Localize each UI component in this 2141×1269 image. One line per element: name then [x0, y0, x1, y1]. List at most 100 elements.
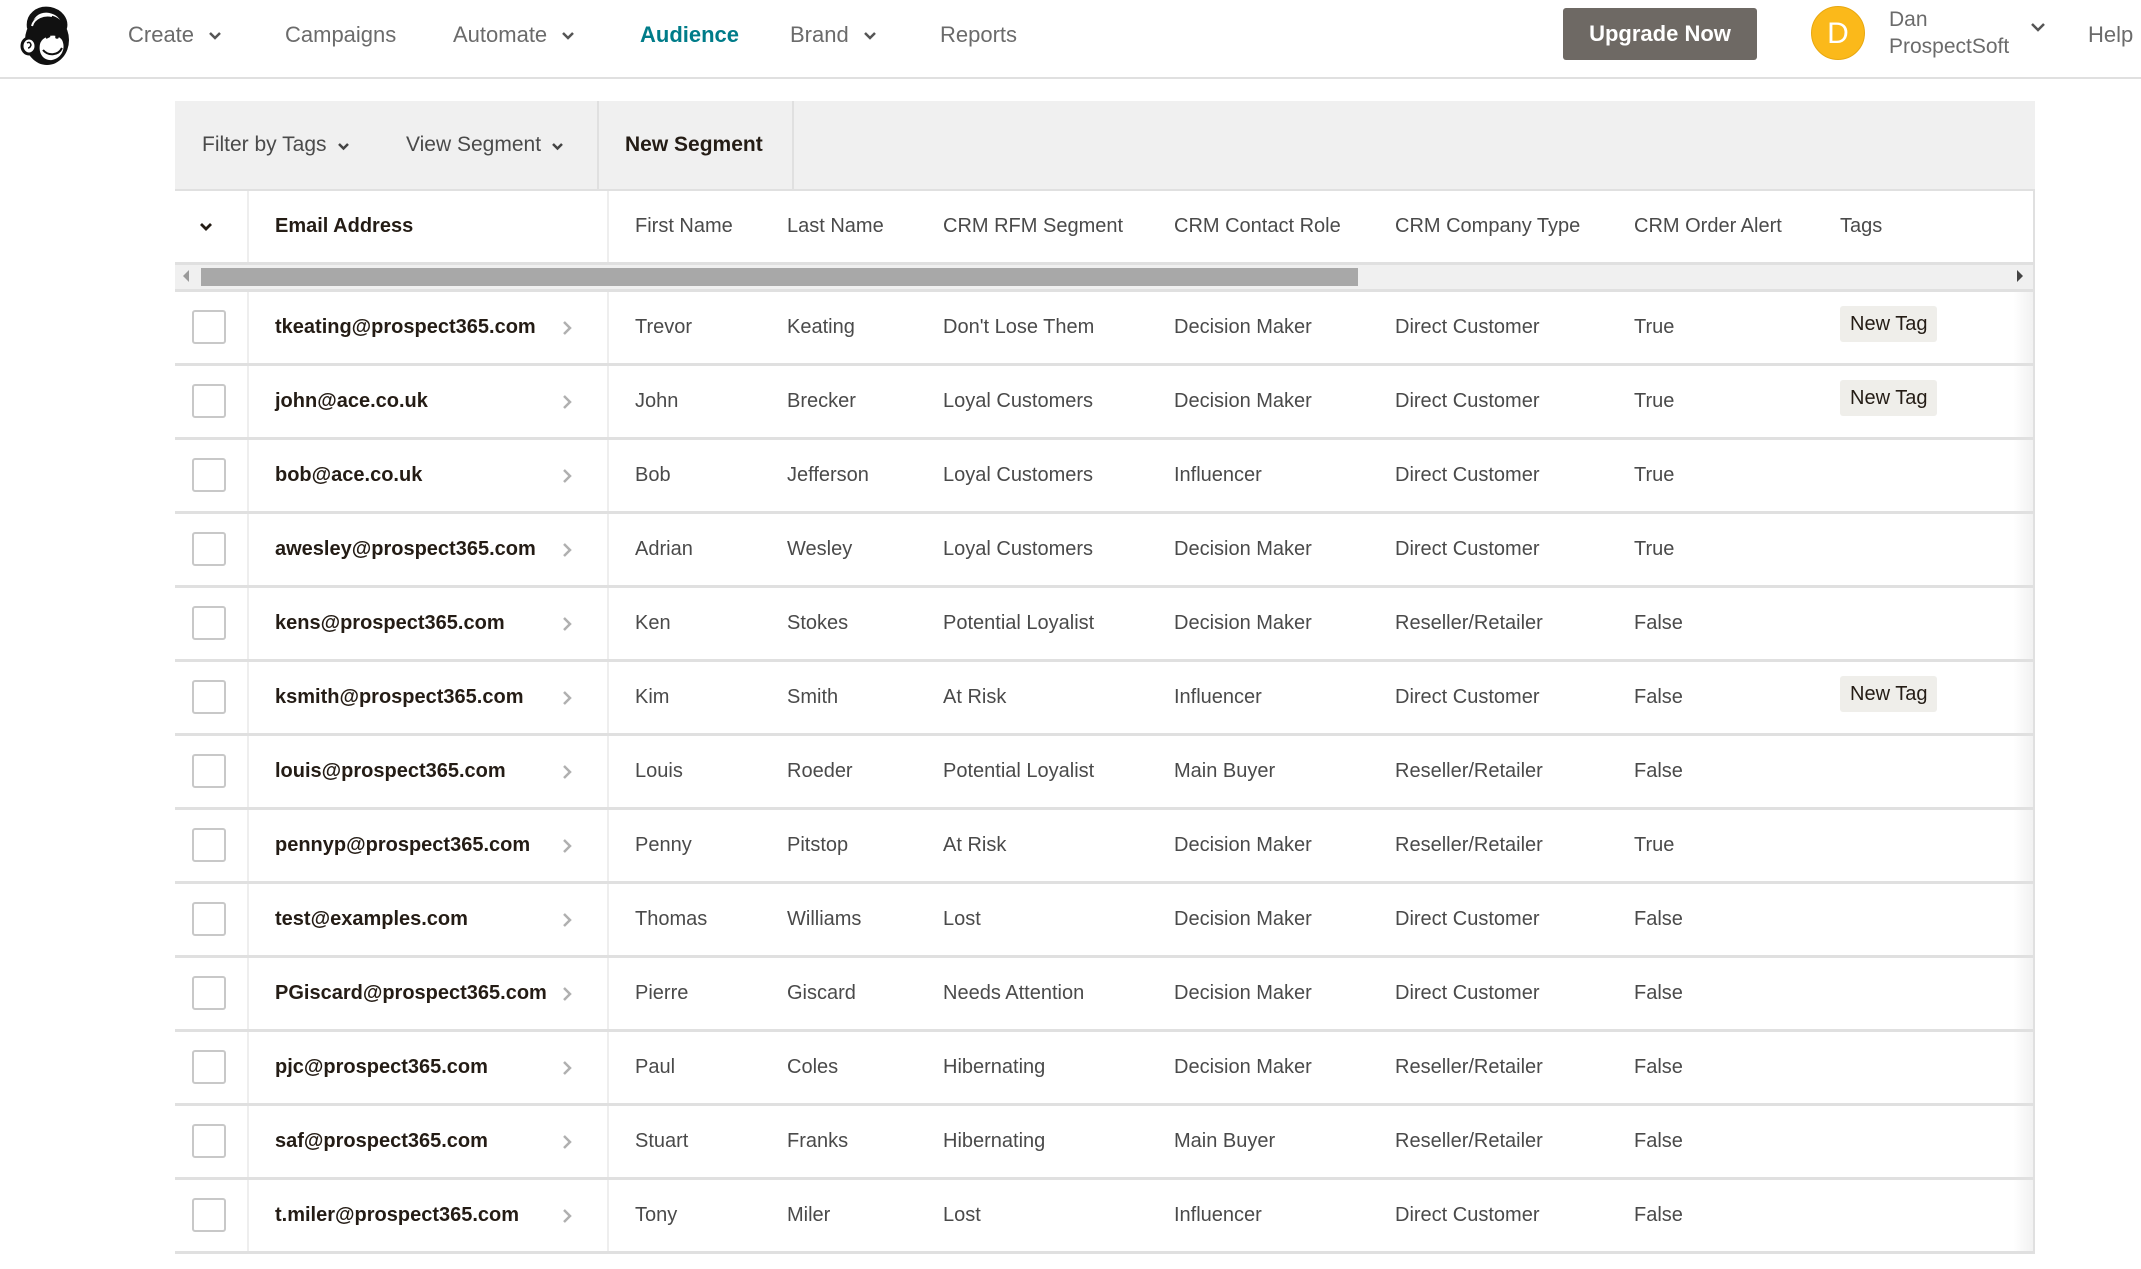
row-checkbox[interactable]: [192, 606, 226, 640]
row-checkbox[interactable]: [192, 384, 226, 418]
row-checkbox[interactable]: [192, 976, 226, 1010]
chevron-right-icon[interactable]: [562, 616, 572, 637]
view-segment-dropdown[interactable]: View Segment: [406, 101, 564, 189]
horizontal-scrollbar[interactable]: [175, 265, 2035, 292]
column-header-email[interactable]: Email Address: [275, 191, 413, 262]
chevron-right-icon[interactable]: [562, 394, 572, 415]
user-avatar[interactable]: D: [1811, 6, 1865, 60]
row-checkbox[interactable]: [192, 532, 226, 566]
upgrade-now-button[interactable]: Upgrade Now: [1563, 8, 1757, 60]
column-header-rfm-segment[interactable]: CRM RFM Segment: [943, 191, 1123, 262]
cell-email[interactable]: louis@prospect365.com: [275, 736, 506, 807]
table-row[interactable]: t.miler@prospect365.com Tony Miler Lost …: [175, 1180, 2035, 1254]
row-checkbox[interactable]: [192, 828, 226, 862]
scroll-shadow: [2013, 366, 2035, 437]
cell-email[interactable]: john@ace.co.uk: [275, 366, 428, 437]
nav-create-label: Create: [128, 22, 195, 47]
user-first-name: Dan: [1889, 8, 1928, 31]
filter-by-tags-label: Filter by Tags: [202, 133, 327, 156]
table-right-border: [2033, 292, 2035, 363]
cell-first-name: Ken: [635, 612, 671, 634]
cell-email[interactable]: saf@prospect365.com: [275, 1106, 488, 1177]
cell-email[interactable]: t.miler@prospect365.com: [275, 1180, 519, 1251]
cell-last-name: Brecker: [787, 390, 856, 412]
nav-audience[interactable]: Audience: [640, 20, 739, 50]
tag-badge[interactable]: New Tag: [1840, 306, 1938, 342]
table-row[interactable]: test@examples.com Thomas Williams Lost D…: [175, 884, 2035, 958]
scroll-right-icon[interactable]: [2017, 270, 2023, 282]
cell-email[interactable]: awesley@prospect365.com: [275, 514, 536, 585]
cell-email[interactable]: tkeating@prospect365.com: [275, 292, 536, 363]
nav-brand[interactable]: Brand: [790, 20, 877, 50]
cell-email[interactable]: pjc@prospect365.com: [275, 1032, 488, 1103]
table-row[interactable]: tkeating@prospect365.com Trevor Keating …: [175, 292, 2035, 366]
table-right-border: [2033, 1180, 2035, 1251]
chevron-right-icon[interactable]: [562, 838, 572, 859]
cell-email[interactable]: kens@prospect365.com: [275, 588, 505, 659]
row-checkbox[interactable]: [192, 310, 226, 344]
chevron-right-icon[interactable]: [562, 468, 572, 489]
column-header-first-name[interactable]: First Name: [635, 191, 733, 262]
chevron-right-icon[interactable]: [562, 1060, 572, 1081]
table-right-border: [2033, 366, 2035, 437]
cell-email[interactable]: pennyp@prospect365.com: [275, 810, 530, 881]
table-row[interactable]: ksmith@prospect365.com Kim Smith At Risk…: [175, 662, 2035, 736]
chevron-right-icon[interactable]: [562, 320, 572, 341]
scrollbar-thumb[interactable]: [201, 268, 1358, 286]
table-row[interactable]: kens@prospect365.com Ken Stokes Potentia…: [175, 588, 2035, 662]
row-checkbox[interactable]: [192, 1198, 226, 1232]
help-link[interactable]: Help: [2088, 20, 2133, 50]
nav-campaigns[interactable]: Campaigns: [285, 20, 396, 50]
cell-email[interactable]: PGiscard@prospect365.com: [275, 958, 547, 1029]
cell-last-name: Coles: [787, 1056, 839, 1078]
chevron-right-icon[interactable]: [562, 764, 572, 785]
table-row[interactable]: saf@prospect365.com Stuart Franks Hibern…: [175, 1106, 2035, 1180]
tag-badge[interactable]: New Tag: [1840, 676, 1938, 712]
nav-reports[interactable]: Reports: [940, 20, 1017, 50]
chevron-right-icon[interactable]: [562, 542, 572, 563]
table-row[interactable]: awesley@prospect365.com Adrian Wesley Lo…: [175, 514, 2035, 588]
row-checkbox[interactable]: [192, 680, 226, 714]
column-header-contact-role[interactable]: CRM Contact Role: [1174, 191, 1341, 262]
column-header-company-type[interactable]: CRM Company Type: [1395, 191, 1580, 262]
row-checkbox[interactable]: [192, 754, 226, 788]
chevron-right-icon[interactable]: [562, 1134, 572, 1155]
row-checkbox[interactable]: [192, 1124, 226, 1158]
table-row[interactable]: bob@ace.co.uk Bob Jefferson Loyal Custom…: [175, 440, 2035, 514]
cell-email[interactable]: test@examples.com: [275, 884, 468, 955]
row-checkbox[interactable]: [192, 902, 226, 936]
cell-email[interactable]: ksmith@prospect365.com: [275, 662, 523, 733]
mailchimp-logo-icon[interactable]: [16, 6, 76, 68]
scroll-left-icon[interactable]: [183, 270, 189, 282]
chevron-down-icon: [863, 20, 877, 50]
tag-badge[interactable]: New Tag: [1840, 380, 1938, 416]
nav-create[interactable]: Create: [128, 20, 222, 50]
cell-last-name: Miler: [787, 1204, 831, 1226]
chevron-right-icon[interactable]: [562, 690, 572, 711]
chevron-down-icon[interactable]: [2030, 20, 2046, 38]
row-checkbox[interactable]: [192, 458, 226, 492]
row-checkbox[interactable]: [192, 1050, 226, 1084]
table-row[interactable]: pjc@prospect365.com Paul Coles Hibernati…: [175, 1032, 2035, 1106]
cell-contact-role: Decision Maker: [1174, 982, 1312, 1004]
chevron-right-icon[interactable]: [562, 986, 572, 1007]
user-menu[interactable]: Dan ProspectSoft: [1889, 6, 2009, 60]
scroll-shadow: [2013, 662, 2035, 733]
filter-by-tags-dropdown[interactable]: Filter by Tags: [202, 101, 350, 189]
column-header-last-name[interactable]: Last Name: [787, 191, 884, 262]
cell-first-name: Kim: [635, 686, 670, 708]
column-header-order-alert[interactable]: CRM Order Alert: [1634, 191, 1782, 262]
table-row[interactable]: louis@prospect365.com Louis Roeder Poten…: [175, 736, 2035, 810]
table-row[interactable]: PGiscard@prospect365.com Pierre Giscard …: [175, 958, 2035, 1032]
chevron-right-icon[interactable]: [562, 1208, 572, 1229]
new-segment-button[interactable]: New Segment: [625, 101, 763, 189]
cell-contact-role: Influencer: [1174, 686, 1262, 708]
table-row[interactable]: pennyp@prospect365.com Penny Pitstop At …: [175, 810, 2035, 884]
column-divider: [247, 1032, 249, 1103]
cell-email[interactable]: bob@ace.co.uk: [275, 440, 422, 511]
column-header-tags[interactable]: Tags: [1840, 191, 1882, 262]
nav-automate[interactable]: Automate: [453, 20, 575, 50]
select-all-chevron-icon[interactable]: [199, 191, 213, 262]
table-row[interactable]: john@ace.co.uk John Brecker Loyal Custom…: [175, 366, 2035, 440]
chevron-right-icon[interactable]: [562, 912, 572, 933]
